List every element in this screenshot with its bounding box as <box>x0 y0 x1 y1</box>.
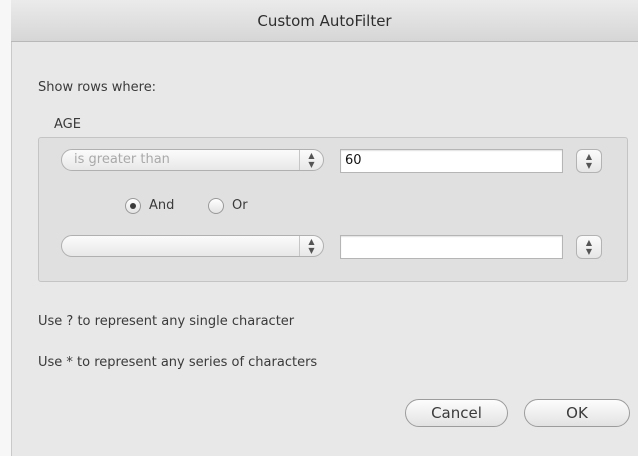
condition2-value-stepper[interactable]: ▲ ▼ <box>576 235 602 259</box>
ok-button[interactable]: OK <box>524 399 630 427</box>
show-rows-label: Show rows where: <box>38 80 157 95</box>
background-window-edge <box>0 0 12 456</box>
up-down-chevron-icon: ▲ ▼ <box>299 236 323 256</box>
title-bar: Custom AutoFilter <box>11 0 638 42</box>
condition2-operator-select[interactable]: ▲ ▼ <box>61 235 324 257</box>
up-down-chevron-icon: ▲ ▼ <box>585 152 593 170</box>
field-name-label: AGE <box>54 117 81 132</box>
up-down-chevron-icon: ▲ ▼ <box>299 150 323 170</box>
or-radio-label[interactable]: Or <box>232 198 248 213</box>
hint-single-character: Use ? to represent any single character <box>38 314 295 329</box>
and-radio[interactable] <box>125 198 141 214</box>
or-radio[interactable] <box>208 198 224 214</box>
condition1-value-field[interactable]: 60 <box>340 149 563 173</box>
and-radio-label[interactable]: And <box>149 198 174 213</box>
condition1-value-stepper[interactable]: ▲ ▼ <box>576 149 602 173</box>
hint-series-of-characters: Use * to represent any series of charact… <box>38 355 318 370</box>
condition1-operator-value: is greater than <box>74 152 170 167</box>
condition1-operator-select[interactable]: is greater than ▲ ▼ <box>61 149 324 171</box>
dialog-title: Custom AutoFilter <box>257 12 392 30</box>
cancel-button[interactable]: Cancel <box>405 399 508 427</box>
up-down-chevron-icon: ▲ ▼ <box>585 238 593 256</box>
condition2-value-field[interactable] <box>340 235 563 259</box>
